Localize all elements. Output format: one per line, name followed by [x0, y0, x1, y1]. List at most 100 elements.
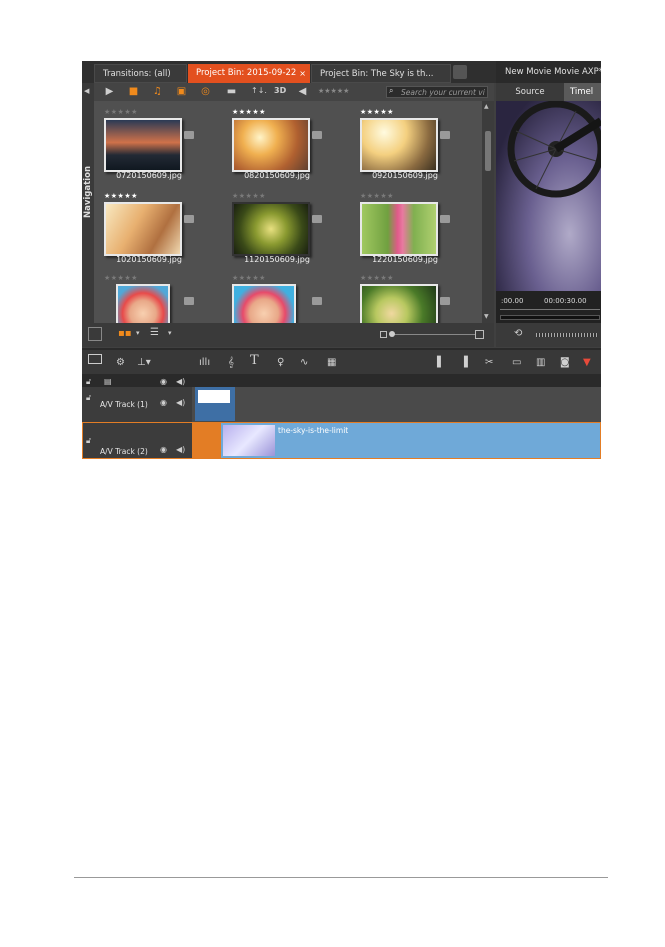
thumbnail[interactable] [360, 284, 438, 323]
speaker-icon[interactable]: ◀) [176, 377, 185, 386]
folder-icon[interactable] [440, 297, 450, 305]
tab-project-bin-sky[interactable]: Project Bin: The Sky is th... [311, 64, 451, 83]
thumbnail[interactable] [232, 118, 310, 172]
sort-button[interactable]: ↑↓. [251, 86, 267, 95]
add-to-bin-icon[interactable]: ▶ [104, 86, 115, 97]
folder-icon[interactable] [440, 131, 450, 139]
marker-out-icon[interactable]: ▐ [460, 357, 468, 368]
rating-stars[interactable]: ★★★★★ [360, 108, 394, 116]
folder-icon[interactable]: ▬ [226, 86, 237, 97]
list-view-icon[interactable]: ☰ [150, 327, 159, 338]
folder-icon[interactable] [184, 215, 194, 223]
tab-project-bin-active[interactable]: Project Bin: 2015-09-22 × [188, 64, 310, 83]
list-item[interactable]: ★★★★★ [94, 267, 204, 323]
eye-icon[interactable]: ◉ [160, 377, 167, 386]
video-clip-sky[interactable]: the-sky-is-the-limit [221, 423, 600, 458]
preview-video-frame[interactable] [496, 101, 601, 291]
rating-stars[interactable]: ★★★★★ [104, 108, 138, 116]
rating-stars[interactable]: ★★★★★ [232, 274, 266, 282]
list-item[interactable]: ★★★★★ 0820150609.jpg [222, 101, 332, 193]
tab-transitions[interactable]: Transitions: (all) [94, 64, 187, 83]
rating-filter[interactable]: ★★★★★ [318, 87, 349, 95]
microphone-icon[interactable]: ♀ [277, 357, 284, 368]
loop-icon[interactable]: ⟲ [514, 328, 522, 339]
list-item[interactable]: ★★★★★ 0920150609.jpg [350, 101, 460, 193]
razor-icon[interactable]: ✂ [485, 357, 493, 368]
search-input[interactable]: Search your current vi [386, 86, 488, 98]
thumbnail-view-icon[interactable]: ▪▪ [118, 328, 132, 339]
lock-icon[interactable]: 🔓︎ [86, 393, 91, 403]
folder-icon[interactable] [440, 215, 450, 223]
folder-icon[interactable] [312, 297, 322, 305]
thumbnail[interactable] [232, 284, 296, 323]
chevron-down-icon[interactable]: ▾ [168, 329, 172, 337]
folder-icon[interactable] [312, 215, 322, 223]
zoom-slider[interactable] [391, 334, 475, 335]
rating-stars[interactable]: ★★★★★ [104, 192, 138, 200]
gear-icon[interactable]: ⚙ [116, 357, 125, 368]
list-item[interactable]: ★★★★★ [222, 267, 332, 323]
thumbnail[interactable] [360, 118, 438, 172]
motion-icon[interactable]: ∿ [300, 357, 308, 368]
thumbnail[interactable] [116, 284, 170, 323]
pages-icon[interactable] [88, 327, 102, 341]
close-tab-icon[interactable]: × [299, 64, 306, 83]
library-scrollbar[interactable]: ▲ ▼ [482, 101, 494, 323]
eye-icon[interactable]: ◉ [160, 398, 167, 407]
scroll-up-icon[interactable]: ▲ [484, 103, 489, 110]
trash-icon[interactable]: ▥ [536, 357, 545, 368]
speaker-icon[interactable]: ◀) [176, 398, 185, 407]
rating-stars[interactable]: ★★★★★ [232, 108, 266, 116]
audio-filter-icon[interactable]: ♫ [152, 86, 163, 97]
audio-mixer-icon[interactable]: ıllı [199, 357, 210, 368]
list-item[interactable]: ★★★★★ 1220150609.jpg [350, 185, 460, 277]
thumbnail[interactable] [104, 202, 182, 256]
zoom-large-icon[interactable] [475, 330, 484, 339]
thumbnail[interactable] [360, 202, 438, 256]
project-filter-icon[interactable]: ◎ [200, 86, 211, 97]
grid-icon[interactable]: ▦ [327, 357, 336, 368]
folder-icon[interactable] [184, 297, 194, 305]
edit-mode-icon[interactable]: ⊥▾ [137, 357, 151, 368]
thumbnail[interactable] [232, 202, 310, 256]
lock-icon[interactable]: 🔓︎ [86, 377, 91, 387]
navigation-panel-toggle[interactable]: ◀ Navigation [82, 83, 94, 323]
speaker-icon[interactable]: ◀) [176, 445, 185, 454]
collapse-left-icon[interactable]: ◀ [84, 87, 92, 97]
scroll-thumb[interactable] [485, 131, 491, 171]
3d-filter-button[interactable]: 3D [274, 86, 286, 95]
rating-stars[interactable]: ★★★★★ [104, 274, 138, 282]
tab-source[interactable]: Source [496, 83, 564, 101]
list-item[interactable]: ★★★★★ [350, 267, 460, 323]
thumbnail[interactable] [104, 118, 182, 172]
video-clip[interactable] [195, 387, 235, 421]
scroll-down-icon[interactable]: ▼ [484, 313, 489, 320]
track-layout-icon[interactable] [88, 354, 102, 364]
tag-icon[interactable]: ◀ [297, 86, 308, 97]
folder-icon[interactable] [312, 131, 322, 139]
chevron-down-icon[interactable]: ▾ [136, 329, 140, 337]
preview-scrubber[interactable]: :00.00 00:00:30.00 [496, 291, 601, 323]
lock-icon[interactable]: 🔓︎ [86, 436, 91, 446]
rating-stars[interactable]: ★★★★★ [360, 274, 394, 282]
list-item[interactable]: ★★★★★ 0720150609.jpg [94, 101, 204, 193]
storyboard-icon[interactable]: ▭ [512, 357, 521, 368]
tab-timeline[interactable]: Timel [564, 83, 601, 101]
title-icon[interactable]: T [250, 354, 259, 367]
video-filter-icon[interactable]: ■ [128, 86, 139, 97]
track-2-row-selected[interactable]: 🔓︎ A/V Track (2) ◉ ◀) the-sky-is-the-lim… [82, 422, 601, 459]
list-item[interactable]: ★★★★★ 1120150609.jpg [222, 185, 332, 277]
scrubber-bar[interactable] [500, 315, 600, 320]
rating-stars[interactable]: ★★★★★ [232, 192, 266, 200]
photo-filter-icon[interactable]: ▣ [176, 86, 187, 97]
snapshot-icon[interactable]: ◙ [560, 357, 570, 368]
eye-icon[interactable]: ◉ [160, 445, 167, 454]
list-item[interactable]: ★★★★★ 1020150609.jpg [94, 185, 204, 277]
marker-flag-icon[interactable]: ▼ [583, 357, 591, 368]
rating-stars[interactable]: ★★★★★ [360, 192, 394, 200]
zoom-slider-handle[interactable] [389, 331, 395, 337]
folder-icon[interactable] [184, 131, 194, 139]
jog-wheel[interactable] [536, 333, 598, 337]
marker-in-icon[interactable]: ▌ [437, 357, 445, 368]
zoom-small-icon[interactable] [380, 331, 387, 338]
